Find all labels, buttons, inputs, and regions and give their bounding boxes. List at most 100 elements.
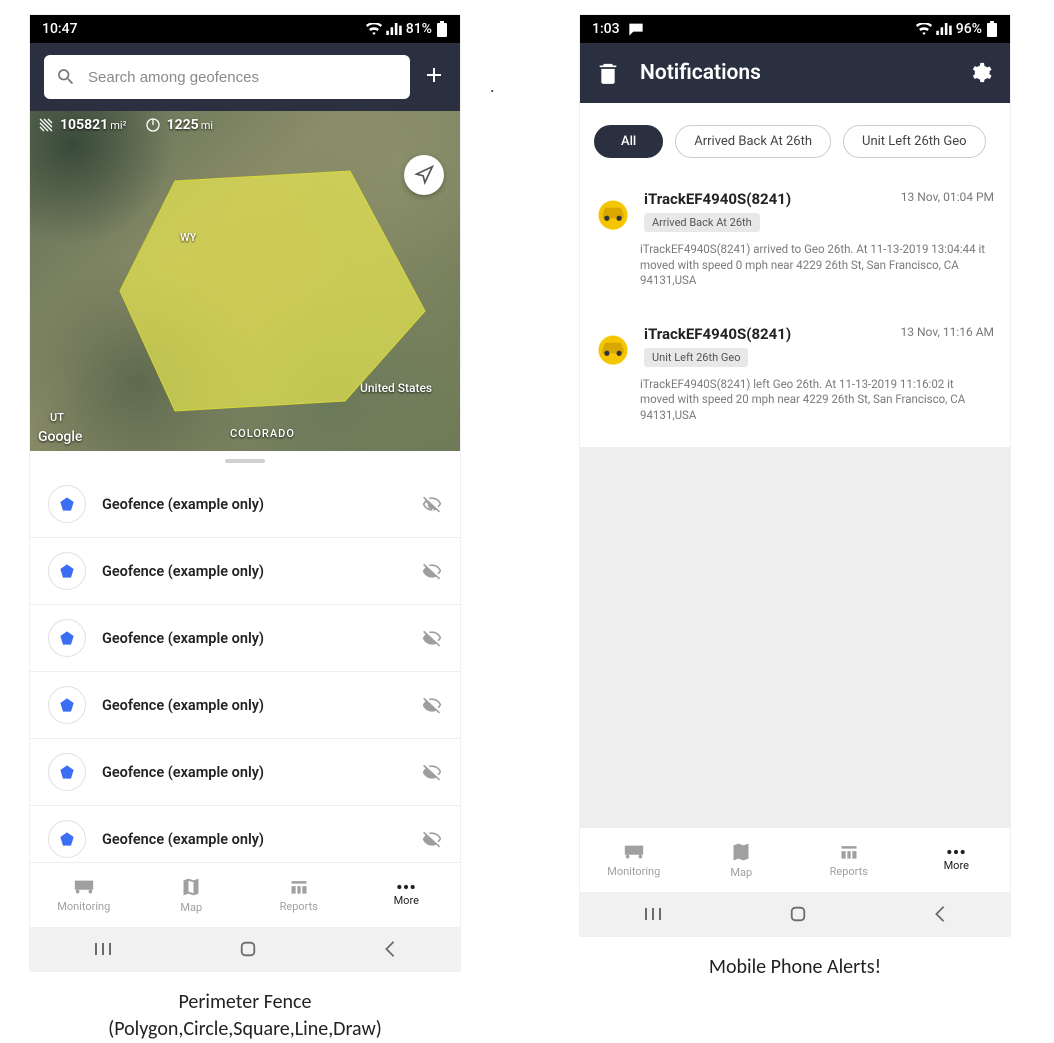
- signal-icon: [386, 23, 402, 35]
- list-item[interactable]: Geofence (example only): [30, 605, 460, 672]
- area-icon: [38, 117, 54, 133]
- nav-reports[interactable]: Reports: [795, 828, 903, 892]
- map-label-ut: UT: [50, 411, 64, 424]
- notification-title: iTrackEF4940S(8241): [644, 325, 891, 343]
- notification-card[interactable]: iTrackEF4940S(8241) Unit Left 26th Geo 1…: [580, 313, 1010, 436]
- separator-dot: .: [490, 76, 495, 97]
- notification-card[interactable]: iTrackEF4940S(8241) Arrived Back At 26th…: [580, 178, 1010, 301]
- geofence-shape-icon: [48, 820, 86, 858]
- caption-alerts: Mobile Phone Alerts!: [709, 954, 881, 981]
- more-icon: [946, 849, 966, 855]
- chip-arrived[interactable]: Arrived Back At 26th: [675, 125, 831, 158]
- visibility-off-icon[interactable]: [422, 695, 442, 715]
- list-item[interactable]: Geofence (example only): [30, 672, 460, 739]
- status-right: 96%: [916, 21, 998, 37]
- list-item-label: Geofence (example only): [102, 630, 406, 647]
- navigation-icon: [414, 165, 434, 185]
- battery-pct: 96%: [956, 21, 982, 37]
- geofence-shape-icon: [48, 552, 86, 590]
- map-label-us: United States: [360, 381, 432, 395]
- wifi-icon: [916, 23, 932, 35]
- list-item-label: Geofence (example only): [102, 764, 406, 781]
- list-item[interactable]: Geofence (example only): [30, 538, 460, 605]
- visibility-off-icon[interactable]: [422, 762, 442, 782]
- list-item-label: Geofence (example only): [102, 697, 406, 714]
- bus-icon: [73, 878, 95, 896]
- nav-map[interactable]: Map: [688, 828, 796, 892]
- system-nav: [580, 892, 1010, 936]
- search-input[interactable]: [86, 68, 398, 87]
- wifi-icon: [366, 23, 382, 35]
- notification-tag: Arrived Back At 26th: [644, 213, 760, 232]
- list-item[interactable]: Geofence (example only): [30, 471, 460, 538]
- visibility-off-icon[interactable]: [422, 494, 442, 514]
- visibility-off-icon[interactable]: [422, 628, 442, 648]
- home-button[interactable]: [239, 940, 257, 958]
- battery-icon: [436, 21, 448, 37]
- recents-button[interactable]: [643, 906, 663, 922]
- status-bar: 1:03 96%: [580, 15, 1010, 43]
- filter-chips: All Arrived Back At 26th Unit Left 26th …: [580, 103, 1010, 178]
- map-label-colorado: COLORADO: [230, 427, 295, 440]
- more-icon: [396, 884, 416, 890]
- map-stats: 105821mi² 1225mi: [38, 117, 213, 133]
- nav-monitoring[interactable]: Monitoring: [580, 828, 688, 892]
- empty-area: [580, 447, 1010, 827]
- notification-desc: iTrackEF4940S(8241) arrived to Geo 26th.…: [592, 234, 994, 291]
- vehicle-icon: [592, 327, 634, 369]
- geofence-shape-icon: [48, 619, 86, 657]
- geofence-list[interactable]: Geofence (example only) Geofence (exampl…: [30, 471, 460, 862]
- map-area[interactable]: 105821mi² 1225mi WY UT COLORADO United S…: [30, 111, 460, 451]
- perimeter-icon: [145, 117, 161, 133]
- geofence-shape-icon: [48, 753, 86, 791]
- perimeter-fence-screen: 10:47 81%: [30, 15, 460, 971]
- list-item[interactable]: Geofence (example only): [30, 806, 460, 862]
- caption-perimeter: Perimeter Fence (Polygon,Circle,Square,L…: [108, 989, 382, 1043]
- geofence-shape-icon: [48, 686, 86, 724]
- geofence-shape-icon: [48, 485, 86, 523]
- chip-all[interactable]: All: [594, 125, 663, 158]
- bus-icon: [623, 843, 645, 861]
- add-geofence-button[interactable]: [422, 63, 446, 91]
- trash-icon[interactable]: [598, 62, 618, 84]
- notification-time: 13 Nov, 01:04 PM: [901, 190, 994, 204]
- notifications-header: Notifications: [580, 43, 1010, 103]
- list-item-label: Geofence (example only): [102, 831, 406, 848]
- signal-icon: [936, 23, 952, 35]
- back-button[interactable]: [933, 905, 947, 923]
- gear-icon[interactable]: [970, 62, 992, 84]
- list-item-label: Geofence (example only): [102, 563, 406, 580]
- reports-icon: [289, 878, 309, 896]
- bottom-nav: Monitoring Map Reports More: [30, 862, 460, 927]
- list-item[interactable]: Geofence (example only): [30, 739, 460, 806]
- nav-map[interactable]: Map: [138, 863, 246, 927]
- recents-button[interactable]: [93, 941, 113, 957]
- nav-reports[interactable]: Reports: [245, 863, 353, 927]
- map-icon: [731, 842, 751, 862]
- notification-title: iTrackEF4940S(8241): [644, 190, 891, 208]
- notification-desc: iTrackEF4940S(8241) left Geo 26th. At 11…: [592, 369, 994, 426]
- battery-icon: [986, 21, 998, 37]
- home-button[interactable]: [789, 905, 807, 923]
- status-time: 1:03: [592, 21, 620, 37]
- search-box[interactable]: [44, 55, 410, 99]
- notification-tag: Unit Left 26th Geo: [644, 348, 748, 367]
- map-label-wy: WY: [180, 231, 196, 244]
- nav-more[interactable]: More: [903, 828, 1011, 892]
- notification-time: 13 Nov, 11:16 AM: [901, 325, 994, 339]
- google-logo: Google: [38, 429, 82, 445]
- bottom-nav: Monitoring Map Reports More: [580, 827, 1010, 892]
- chip-left[interactable]: Unit Left 26th Geo: [843, 125, 986, 158]
- list-item-label: Geofence (example only): [102, 496, 406, 513]
- reports-icon: [839, 843, 859, 861]
- drag-handle[interactable]: [225, 459, 265, 463]
- back-button[interactable]: [383, 940, 397, 958]
- search-header: [30, 43, 460, 111]
- nav-monitoring[interactable]: Monitoring: [30, 863, 138, 927]
- system-nav: [30, 927, 460, 971]
- visibility-off-icon[interactable]: [422, 829, 442, 849]
- nav-more[interactable]: More: [353, 863, 461, 927]
- visibility-off-icon[interactable]: [422, 561, 442, 581]
- locate-button[interactable]: [404, 155, 444, 195]
- status-time: 10:47: [42, 21, 78, 37]
